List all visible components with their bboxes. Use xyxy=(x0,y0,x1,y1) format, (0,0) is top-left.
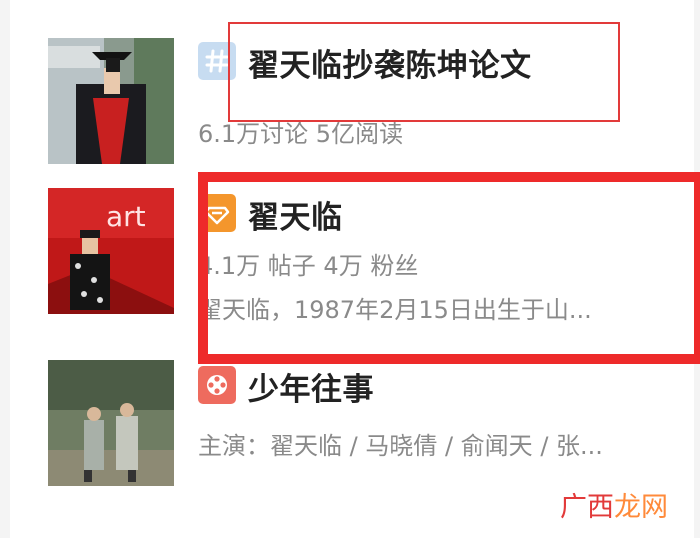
red-art-photo-thumbnail[interactable]: art xyxy=(48,188,174,314)
highlight-box-forum xyxy=(198,172,700,364)
movie-still-thumbnail[interactable] xyxy=(48,360,174,486)
result-meta: 主演：翟天临 / 马晓倩 / 俞闻天 / 张... xyxy=(198,432,603,460)
svg-text:art: art xyxy=(106,200,146,233)
highlight-box-topic xyxy=(228,22,620,122)
watermark-text-2: 龙网 xyxy=(614,492,668,523)
result-title[interactable]: 少年往事 xyxy=(248,364,374,409)
film-reel-icon xyxy=(198,366,236,404)
graduation-photo-thumbnail[interactable] xyxy=(48,38,174,164)
watermark-text-1: 广西 xyxy=(560,492,614,523)
watermark: 广西龙网 xyxy=(560,485,668,524)
search-results-card: 翟天临抄袭陈坤论文 6.1万讨论 5亿阅读 art 翟天临 4.1万 帖子 4万… xyxy=(10,0,700,538)
